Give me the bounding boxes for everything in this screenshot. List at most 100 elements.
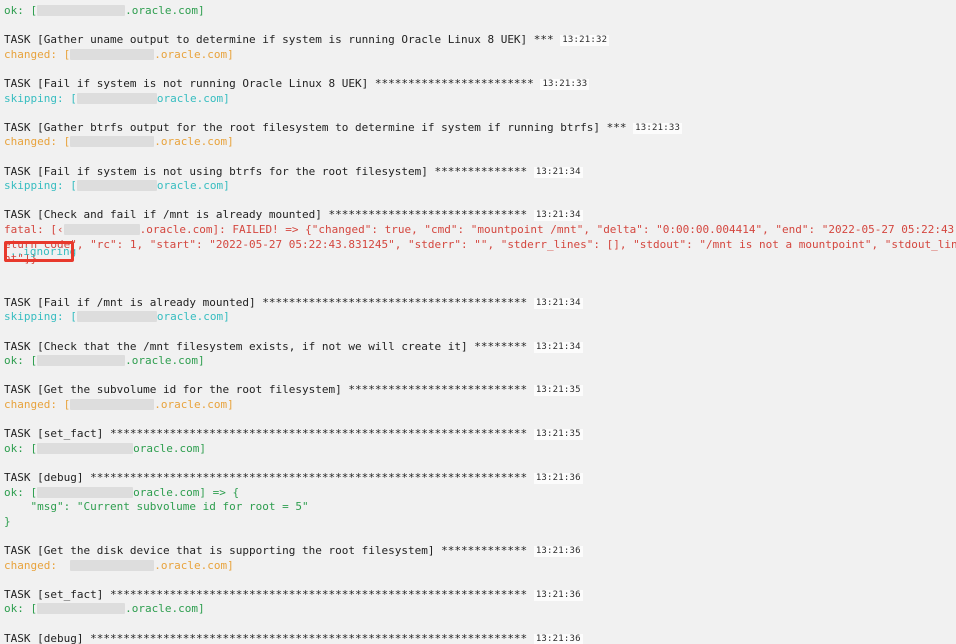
task-timestamp: 13:21:34 [533, 297, 583, 309]
redacted-hostname [76, 311, 157, 323]
log-task-line: TASK [set_fact] ************************… [4, 588, 956, 603]
log-debug-output: "msg": "Current subvolume id for root = … [4, 500, 309, 514]
log-blank-line [4, 413, 956, 428]
status-prefix: changed: [ [4, 47, 71, 61]
log-task-line: TASK [debug] ***************************… [4, 632, 956, 644]
ignoring-text: ..ignoring [10, 245, 77, 258]
host-suffix: .oracle.com] [125, 4, 205, 17]
task-timestamp: 13:21:35 [533, 385, 583, 397]
task-timestamp: 13:21:34 [533, 341, 583, 353]
status-prefix: changed: [ [4, 135, 71, 149]
log-status-line-changed: changed: .oracle.com] [4, 559, 956, 574]
log-task-line: TASK [Check and fail if /mnt is already … [4, 208, 956, 223]
redacted-hostname [76, 180, 157, 192]
redacted-hostname [37, 5, 126, 16]
host-suffix: oracle.com] => { [133, 485, 240, 499]
log-task-line: TASK [debug] ***************************… [4, 471, 956, 486]
ignoring-row-spacer [4, 267, 956, 282]
log-task-line: TASK [Fail if system is not running Orac… [4, 77, 956, 92]
status-prefix: ok: [ [4, 4, 38, 17]
redacted-hostname [70, 399, 155, 411]
log-blank-line [4, 19, 956, 34]
task-timestamp: 13:21:33 [633, 122, 683, 134]
log-task-line: TASK [set_fact] ************************… [4, 427, 956, 442]
log-blank-line [4, 150, 956, 165]
log-blank-line [4, 456, 956, 471]
task-text: TASK [debug] ***************************… [4, 631, 534, 644]
status-prefix: skipping: [ [4, 310, 77, 324]
log-fatal-line: fatal: [‹ .oracle.com]: FAILED! => {"chan… [4, 223, 956, 238]
log-status-line-ok: ok: [ .oracle.com] [4, 354, 956, 369]
log-status-line-changed: changed: [ .oracle.com] [4, 135, 956, 150]
task-text: TASK [Check and fail if /mnt is already … [4, 208, 534, 222]
status-prefix: changed: [4, 558, 71, 572]
task-text: TASK [Check that the /mnt filesystem exi… [4, 339, 534, 353]
log-task-line: TASK [Gather btrfs output for the root f… [4, 121, 956, 136]
task-text: TASK [Get the disk device that is suppor… [4, 543, 534, 557]
host-suffix: .oracle.com] [154, 558, 234, 572]
redacted-hostname [37, 603, 126, 615]
status-prefix: ok: [ [4, 441, 38, 455]
redacted-hostname [37, 355, 126, 367]
status-prefix: skipping: [ [4, 179, 77, 193]
log-debug-output: } [4, 514, 11, 528]
log-status-line-ok: ok: [oracle.com] => { [4, 486, 956, 501]
task-timestamp: 13:21:32 [560, 35, 610, 47]
log-status-line-skipping: skipping: [ oracle.com] [4, 179, 956, 194]
host-suffix: oracle.com] [133, 441, 206, 455]
task-timestamp: 13:21:36 [533, 473, 583, 484]
log-fatal-continuation: nt"]} [4, 252, 38, 266]
task-text: TASK [Get the subvolume id for the root … [4, 383, 534, 397]
log-task-line: TASK [Check that the /mnt filesystem exi… [4, 340, 956, 355]
log-blank-line [4, 194, 956, 209]
redacted-hostname [70, 559, 155, 571]
task-timestamp: 13:21:34 [533, 166, 583, 178]
log-task-line: TASK [Gather uname output to determine i… [4, 33, 956, 48]
task-text: TASK [set_fact] ************************… [4, 587, 534, 601]
task-text: TASK [set_fact] ************************… [4, 427, 534, 441]
redacted-hostname [37, 486, 134, 498]
task-text: TASK [Gather btrfs output for the root f… [4, 120, 634, 134]
task-timestamp: 13:21:36 [533, 545, 583, 557]
log-status-line-ok: ok: [ .oracle.com] [4, 602, 956, 617]
task-text: TASK [debug] ***************************… [4, 471, 534, 484]
terminal-output[interactable]: ok: [.oracle.com] TASK [Gather uname outp… [0, 0, 956, 644]
host-suffix: .oracle.com] [154, 398, 234, 412]
host-suffix: .oracle.com] [125, 602, 205, 616]
host-suffix: .oracle.com] [154, 47, 234, 61]
fatal-prefix: fatal: [‹ [4, 222, 64, 236]
fatal-json: .oracle.com]: FAILED! => {"changed": tru… [139, 222, 956, 236]
log-lines: ok: [.oracle.com] TASK [Gather uname outp… [4, 4, 956, 644]
log-status-line-changed: changed: [ .oracle.com] [4, 48, 956, 63]
log-blank-line [4, 325, 956, 340]
log-blank-line [4, 617, 956, 632]
status-prefix: skipping: [ [4, 91, 77, 105]
host-suffix: oracle.com] [156, 310, 230, 324]
host-suffix: .oracle.com] [154, 135, 234, 149]
log-status-line-ok: ok: [ oracle.com] [4, 442, 956, 457]
log-blank-line [4, 281, 956, 296]
host-suffix: .oracle.com] [125, 354, 205, 368]
log-blank-line [4, 106, 956, 121]
task-text: TASK [Fail if /mnt is already mounted] *… [4, 295, 534, 309]
log-blank-line [4, 529, 956, 544]
log-blank-line [4, 62, 956, 77]
log-task-line: TASK [Fail if system is not using btrfs … [4, 165, 956, 180]
task-text: TASK [Fail if system is not running Orac… [4, 76, 541, 90]
log-blank-line [4, 369, 956, 384]
log-status-line-changed: changed: [ .oracle.com] [4, 398, 956, 413]
task-timestamp: 13:21:34 [533, 210, 583, 222]
status-prefix: ok: [ [4, 602, 38, 616]
log-fatal-continuation: eturn code", "rc": 1, "start": "2022-05-… [4, 237, 956, 251]
log-task-line: TASK [Get the subvolume id for the root … [4, 383, 956, 398]
log-status-line-skipping: skipping: [oracle.com] [4, 92, 956, 107]
log-blank-line [4, 573, 956, 588]
log-status-line-ok: ok: [ .oracle.com] [4, 4, 956, 19]
log-status-line-skipping: skipping: [ oracle.com] [4, 310, 956, 325]
status-prefix: ok: [ [4, 354, 38, 368]
host-suffix: oracle.com] [156, 179, 230, 193]
task-timestamp: 13:21:36 [533, 633, 583, 644]
status-prefix: changed: [ [4, 398, 71, 412]
task-text: TASK [Gather uname output to determine i… [4, 33, 561, 47]
redacted-hostname [76, 92, 157, 104]
